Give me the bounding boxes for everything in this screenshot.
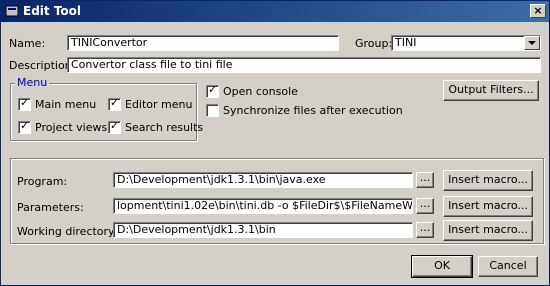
editor-menu-checkbox[interactable]: ✓ Editor menu [108,96,192,112]
close-icon: × [533,4,543,17]
checkmark-icon: ✓ [20,119,30,132]
working-directory-browse-button[interactable]: ... [416,222,434,238]
working-directory-insert-macro-button[interactable]: Insert macro... [443,220,533,241]
name-label: Name: [9,37,46,50]
synchronize-label: Synchronize files after execution [223,104,403,117]
checkmark-icon: ✓ [208,83,218,96]
checkmark-icon: ✓ [110,96,120,109]
search-results-checkbox[interactable]: ✓ Search results [108,119,203,135]
program-browse-button[interactable]: ... [416,172,434,188]
close-button[interactable]: × [530,4,546,18]
project-views-label: Project views [35,121,108,134]
menu-group-title: Menu [15,76,50,89]
search-results-label: Search results [125,121,204,134]
main-menu-checkbox[interactable]: ✓ Main menu [18,96,108,112]
program-label: Program: [17,175,68,188]
program-insert-macro-button[interactable]: Insert macro... [443,170,533,191]
open-console-checkbox[interactable]: ✓ Open console [206,83,326,99]
description-field[interactable]: Convertor class file to tini file [67,57,541,73]
cancel-button[interactable]: Cancel [478,256,538,277]
editor-menu-label: Editor menu [125,98,193,111]
edit-tool-dialog: Edit Tool × Name: TINIConvertor Group: T… [0,0,550,286]
parameters-insert-macro-button[interactable]: Insert macro... [443,196,533,217]
group-value: TINI [395,36,417,49]
parameters-label: Parameters: [17,201,84,214]
synchronize-checkbox[interactable]: Synchronize files after execution [206,104,403,118]
ok-button[interactable]: OK [411,255,473,278]
checkmark-icon: ✓ [20,96,30,109]
chevron-down-icon[interactable] [524,36,540,50]
main-menu-label: Main menu [35,98,97,111]
name-field[interactable]: TINIConvertor [67,35,339,51]
group-label: Group: [355,37,393,50]
description-label: Description: [9,59,76,72]
output-filters-button[interactable]: Output Filters... [443,80,539,101]
working-directory-label: Working directory: [17,225,118,238]
parameters-browse-button[interactable]: ... [416,198,434,214]
open-console-label: Open console [223,85,298,98]
tool-icon [5,5,19,17]
checkmark-icon: ✓ [110,119,120,132]
group-combo[interactable]: TINI [391,35,541,51]
working-directory-field[interactable]: D:\Development\jdk1.3.1\bin [113,222,413,238]
program-field[interactable]: D:\Development\jdk1.3.1\bin\java.exe [113,172,413,188]
title-bar[interactable]: Edit Tool × [1,1,549,22]
parameters-field[interactable]: lopment\tini1.02e\bin\tini.db -o $FileDi… [113,198,413,214]
window-title: Edit Tool [23,4,82,18]
project-views-checkbox[interactable]: ✓ Project views [18,119,108,135]
